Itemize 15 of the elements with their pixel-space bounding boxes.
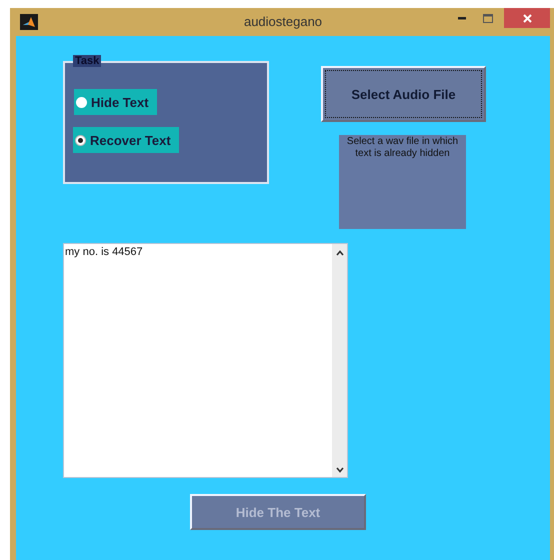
panel-title: Task xyxy=(73,55,102,67)
minimize-icon xyxy=(458,16,466,20)
window-title: audiostegano xyxy=(244,14,322,29)
radio-option[interactable]: Recover Text xyxy=(73,127,179,153)
select-file-button[interactable]: Select Audio File xyxy=(321,66,486,122)
close-icon xyxy=(522,14,532,22)
maximize-icon xyxy=(483,14,493,22)
scroll-up-icon xyxy=(336,250,344,256)
scroll-down-icon xyxy=(336,467,344,473)
radio-icon[interactable] xyxy=(75,134,86,146)
hint-text: Select a wav file in which text is already hidden xyxy=(339,135,466,229)
close-button[interactable] xyxy=(504,8,550,28)
app-logo-icon xyxy=(20,14,38,30)
scrollbar[interactable] xyxy=(332,244,347,477)
radio-option[interactable]: Hide Text xyxy=(74,89,157,115)
